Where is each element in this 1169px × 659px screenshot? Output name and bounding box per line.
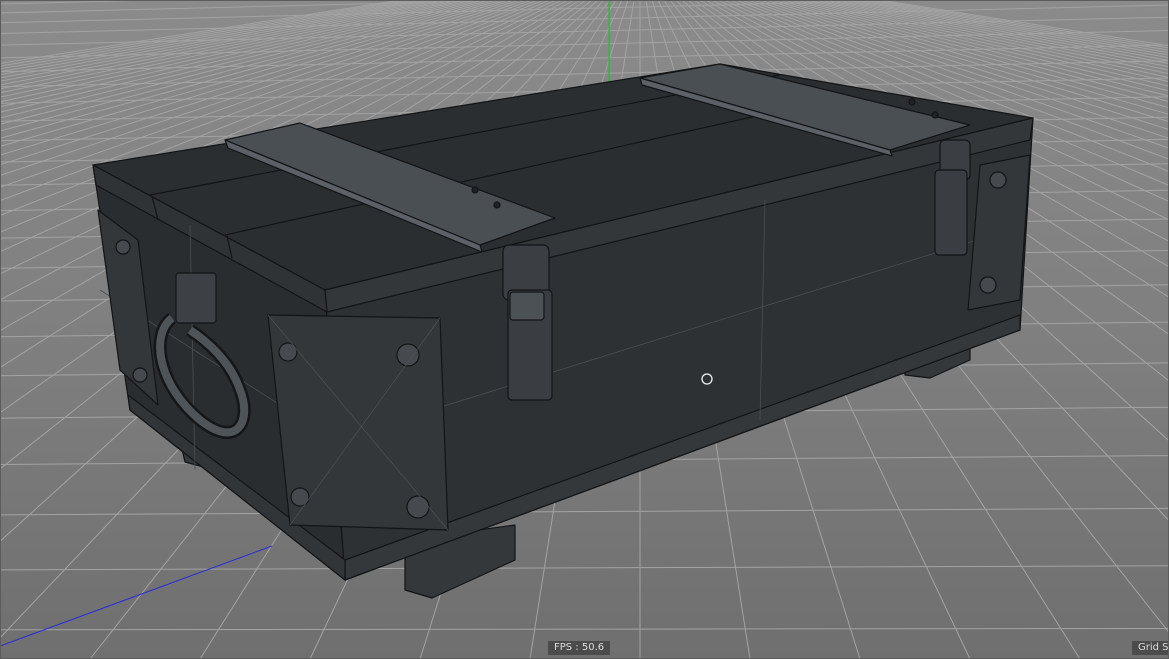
corner-rivet-icon [278, 342, 298, 362]
ammo-crate-model[interactable] [92, 63, 1034, 599]
grid-line [0, 507, 1169, 516]
viewport-scene[interactable] [0, 0, 1169, 659]
grid-spacing-readout: Grid S [1132, 641, 1169, 655]
corner-rivet-icon [989, 171, 1007, 189]
grid-line [0, 565, 1169, 571]
grid-line [0, 627, 1169, 631]
right-latch-body [934, 169, 968, 256]
corner-rivet-icon [979, 276, 997, 294]
x-axis-line [0, 545, 273, 647]
strap-bolt [493, 201, 501, 209]
front-latch-buckle [509, 291, 545, 321]
fps-readout: FPS : 50.6 [548, 641, 611, 655]
corner-rivet-icon [132, 367, 148, 383]
3d-viewport[interactable]: FPS : 50.6 Grid S [0, 0, 1169, 659]
corner-rivet-icon [406, 495, 430, 519]
corner-rivet-icon [290, 487, 310, 507]
handle-mount-plate [175, 272, 217, 324]
grid-line [0, 16, 1169, 46]
strap-bolt [908, 98, 916, 106]
strap-bolt [471, 186, 479, 194]
strap-bolt [931, 111, 939, 119]
corner-rivet-icon [115, 239, 131, 255]
